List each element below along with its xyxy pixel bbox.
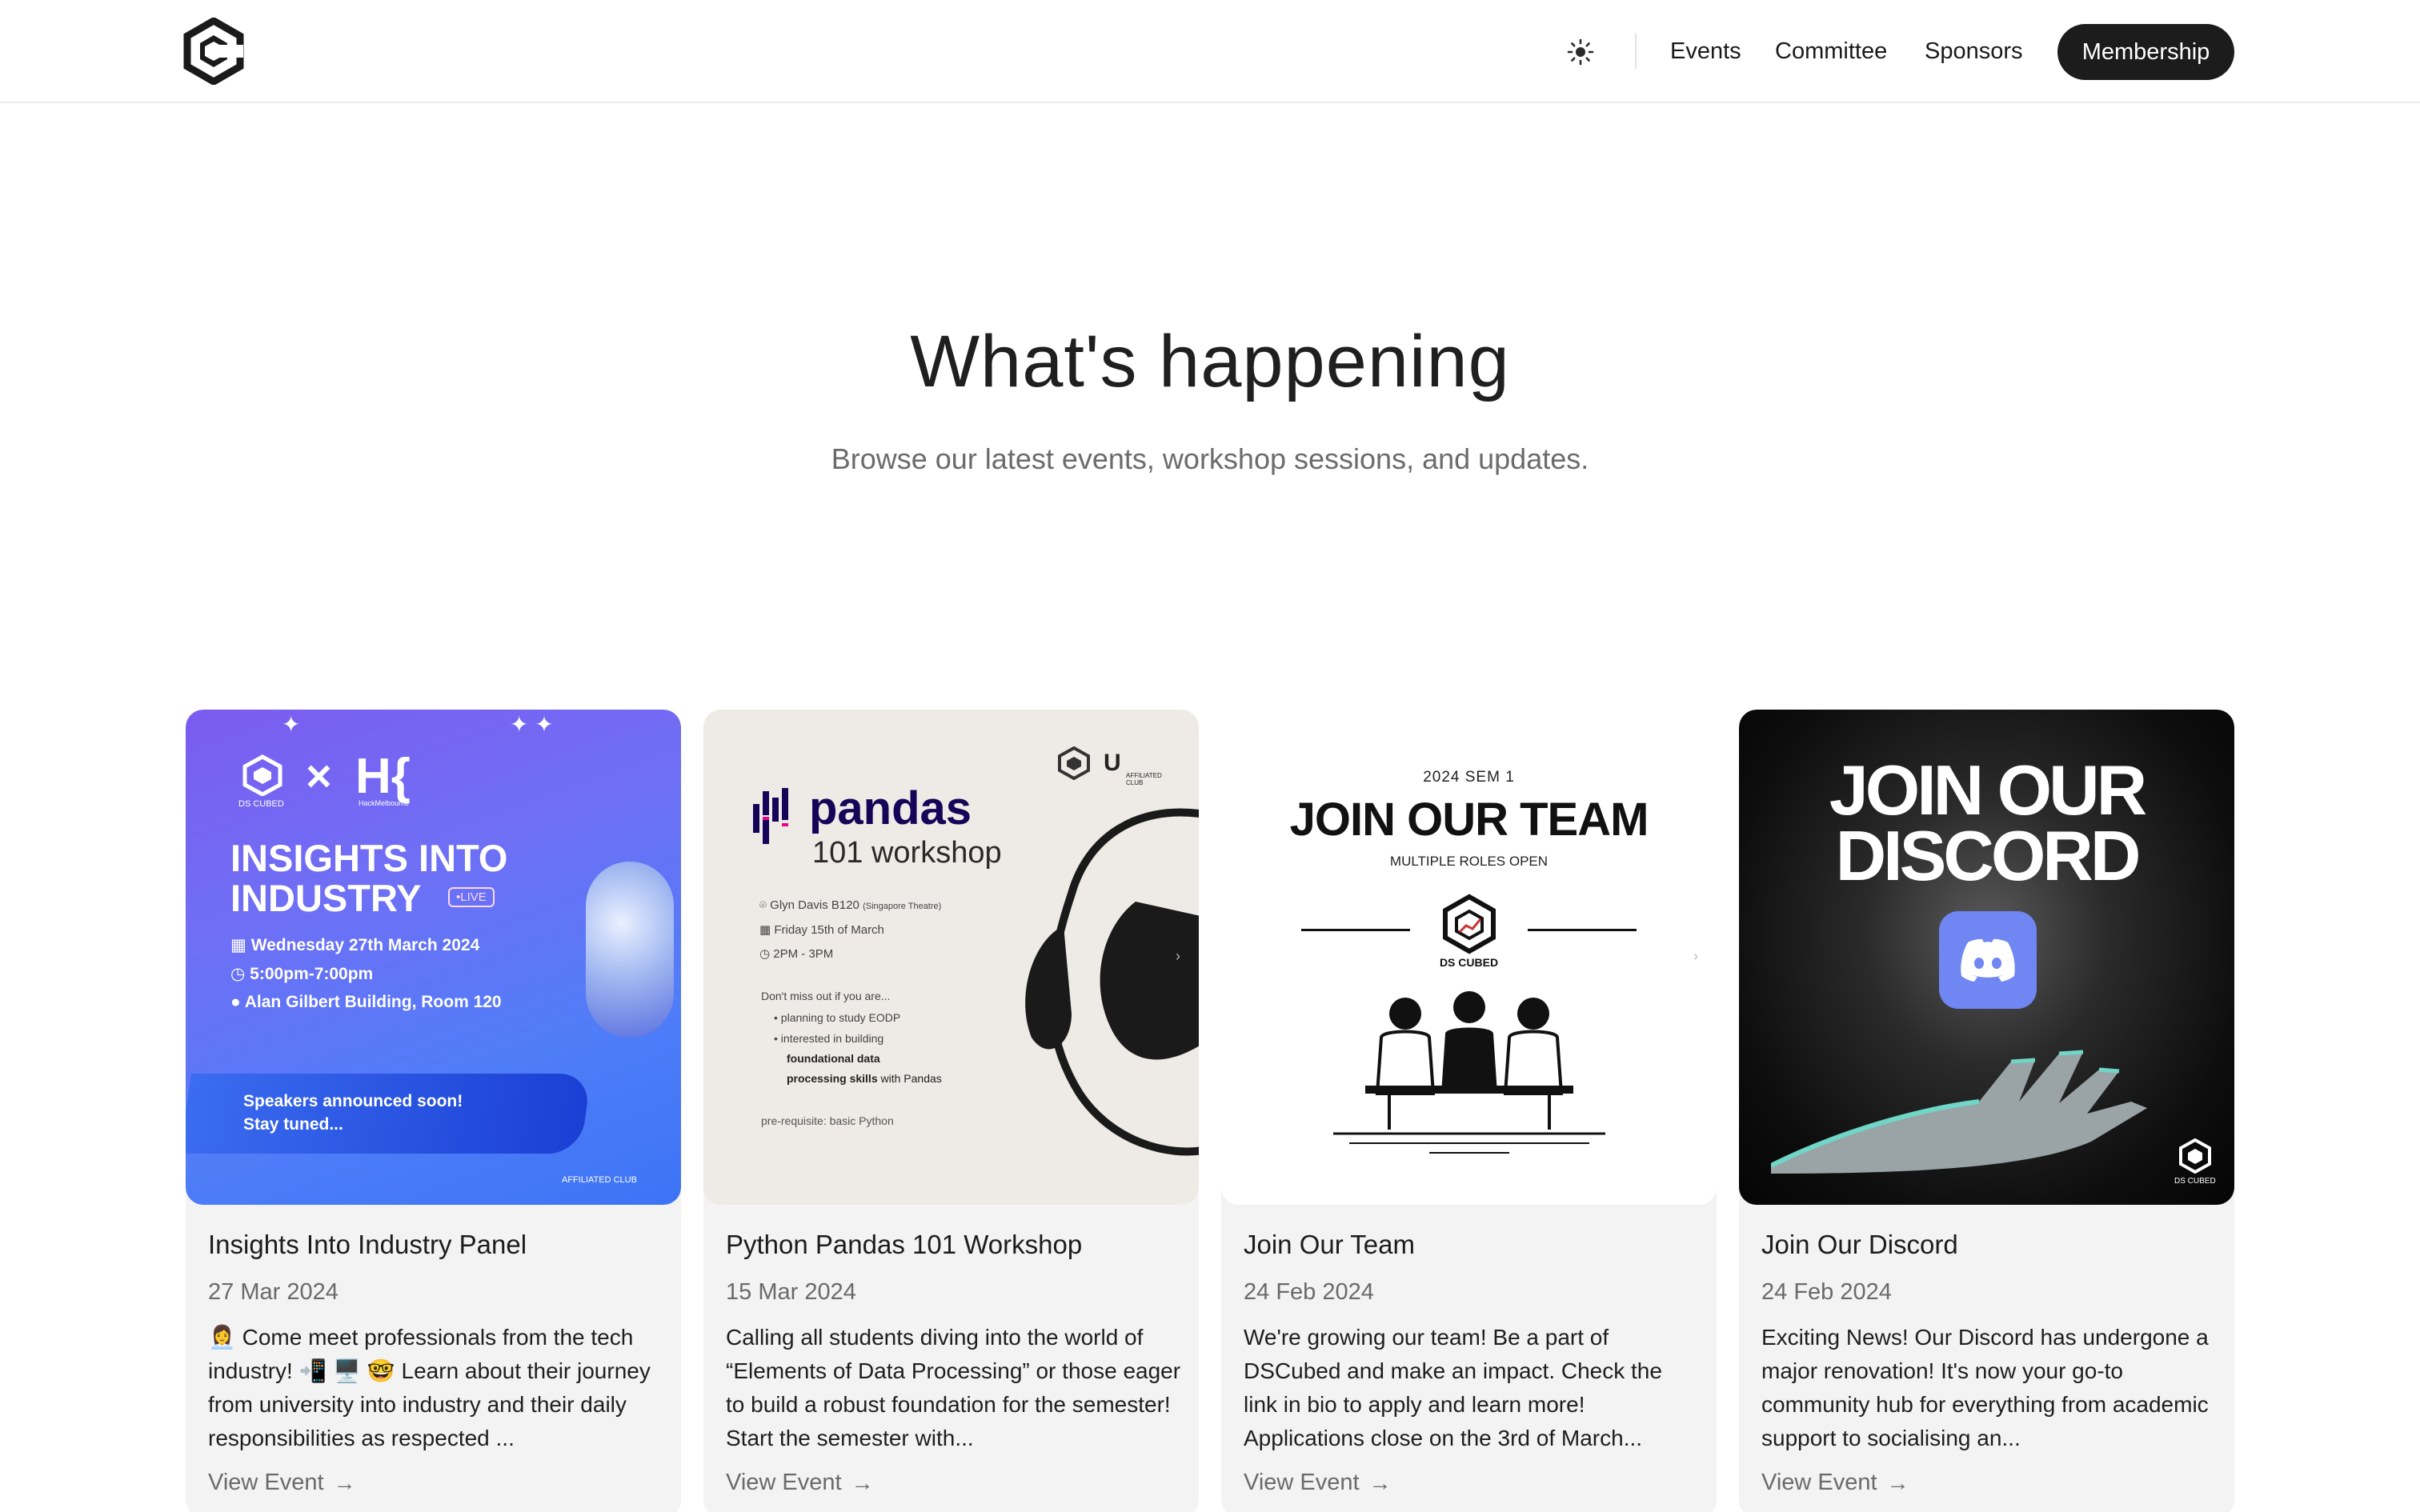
calendar-icon: ▦ [759, 923, 775, 937]
nav-divider [1635, 34, 1637, 69]
event-card[interactable]: pandas 101 workshop ⌾ Glyn Davis B120 (S… [703, 710, 1199, 1512]
event-card-date: 27 Mar 2024 [208, 1279, 339, 1305]
view-event-label: View Event [726, 1470, 842, 1495]
location-pin-icon: ● [230, 993, 245, 1011]
poster-subtitle: 101 workshop [812, 836, 1002, 870]
poster-headline: JOIN OUR [1829, 750, 2147, 830]
event-card-date: 15 Mar 2024 [726, 1279, 856, 1305]
poster-bullet-cont: foundational data [787, 1052, 880, 1065]
poster-brand-text: DS CUBED [1439, 956, 1499, 969]
poster-intro: Don't miss out if you are... [761, 990, 891, 1002]
poster-time-row: ◷ 2PM - 3PM [759, 947, 834, 961]
robot-hand-illustration [1771, 1050, 2147, 1174]
poster-date-row: ▦ Friday 15th of March [759, 923, 884, 937]
poster-hack-logo: H{ [355, 749, 411, 804]
ds-cubed-logo-icon [242, 754, 283, 797]
affiliated-club-text: AFFILIATED CLUB [1126, 772, 1162, 786]
poster-headline: DISCORD [1835, 816, 2142, 895]
event-card-title[interactable]: Join Our Team [1244, 1230, 1415, 1260]
event-poster-join-team[interactable]: 2024 SEM 1 JOIN OUR TEAM MULTIPLE ROLES … [1221, 710, 1717, 1205]
team-illustration [1333, 991, 1605, 1154]
ds-cubed-logo-icon[interactable] [182, 16, 245, 86]
event-card-description: Exciting News! Our Discord has undergone… [1761, 1325, 2209, 1450]
poster-banner-text: Speakers announced soon! [243, 1092, 463, 1110]
carousel-next-icon[interactable]: › [1693, 948, 1698, 965]
page-subtitle: Browse our latest events, workshop sessi… [831, 442, 1589, 475]
nav-link-events[interactable]: Events [1670, 34, 1741, 69]
poster-date-row: ▦ Wednesday 27th March 2024 [230, 936, 480, 954]
site-header: Events Committee Sponsors Membership [0, 0, 2420, 103]
view-event-label: View Event [1761, 1470, 1877, 1495]
event-card-title[interactable]: Join Our Discord [1761, 1230, 1958, 1260]
sparkle-icon: ✦ [282, 712, 301, 737]
poster-cross: × [306, 750, 332, 801]
panda-illustration [1025, 808, 1199, 1156]
poster-roles: MULTIPLE ROLES OPEN [1389, 854, 1549, 869]
event-card-title[interactable]: Python Pandas 101 Workshop [726, 1230, 1082, 1260]
affiliated-club-text: AFFILIATED CLUB [562, 1175, 637, 1185]
event-poster-pandas[interactable]: pandas 101 workshop ⌾ Glyn Davis B120 (S… [703, 710, 1199, 1205]
location-pin-icon: ⌾ [759, 898, 771, 912]
membership-button[interactable]: Membership [2057, 24, 2234, 80]
poster-rule [1528, 929, 1637, 931]
pandas-logo-icon [751, 786, 793, 850]
calendar-icon: ▦ [230, 936, 251, 954]
sun-icon[interactable] [1564, 35, 1597, 69]
event-card[interactable]: JOIN OUR DISCORD DS CUBED Join Our Disco… [1739, 710, 2234, 1512]
view-event-link[interactable]: View Event → [726, 1470, 874, 1496]
view-event-label: View Event [1244, 1470, 1360, 1495]
poster-brand-text: DS CUBED [238, 799, 284, 809]
poster-time-row: ◷ 5:00pm-7:00pm [230, 965, 374, 983]
poster-bullet: • planning to study EODP [774, 1011, 901, 1024]
poster-rule [1301, 929, 1410, 931]
view-event-link[interactable]: View Event → [1761, 1470, 1909, 1496]
poster-headline: INDUSTRY [230, 877, 422, 919]
poster-brand-text: DS CUBED [2174, 1177, 2216, 1186]
poster-bullet-cont: processing skills with Pandas [787, 1072, 942, 1085]
poster-place-row: ● Alan Gilbert Building, Room 120 [230, 993, 502, 1011]
poster-banner [186, 1074, 592, 1154]
page-title: What's happening [910, 321, 1510, 402]
event-poster-discord[interactable]: JOIN OUR DISCORD DS CUBED [1739, 710, 2234, 1205]
clock-icon: ◷ [759, 947, 774, 961]
poster-banner-text: Stay tuned... [243, 1115, 343, 1134]
event-card-date: 24 Feb 2024 [1761, 1279, 1892, 1305]
poster-pandas-wordmark: pandas [809, 782, 972, 834]
nav-link-committee[interactable]: Committee [1775, 34, 1887, 69]
ds-cubed-logo-icon [1439, 894, 1500, 954]
event-card-date: 24 Feb 2024 [1244, 1279, 1374, 1305]
event-card[interactable]: 2024 SEM 1 JOIN OUR TEAM MULTIPLE ROLES … [1221, 710, 1717, 1512]
event-poster-insights[interactable]: DS CUBED × H{ HackMelbourne INSIGHTS INT… [186, 710, 681, 1205]
arrow-right-icon: → [1886, 1470, 1909, 1495]
poster-headline: INSIGHTS INTO [230, 837, 508, 879]
view-event-label: View Event [208, 1470, 324, 1495]
event-card-description: 👩‍💼 Come meet professionals from the tec… [208, 1325, 651, 1450]
poster-prereq: pre-requisite: basic Python [761, 1114, 894, 1127]
poster-bullet: • interested in building [774, 1032, 884, 1045]
carousel-next-icon[interactable]: › [1176, 948, 1180, 965]
event-card-description: We're growing our team! Be a part of DSC… [1244, 1325, 1662, 1450]
ds-cubed-logo-icon [2178, 1138, 2213, 1174]
discord-logo-icon [1939, 911, 2037, 1009]
poster-location-row: ⌾ Glyn Davis B120 (Singapore Theatre) [759, 898, 942, 912]
view-event-link[interactable]: View Event → [208, 1470, 356, 1496]
event-card-description: Calling all students diving into the wor… [726, 1325, 1181, 1450]
view-event-link[interactable]: View Event → [1244, 1470, 1392, 1496]
poster-headline: JOIN OUR TEAM [1289, 794, 1649, 846]
u-logo-icon: U [1104, 750, 1121, 776]
poster-hack-sub: HackMelbourne [359, 799, 410, 807]
event-card-title[interactable]: Insights Into Industry Panel [208, 1230, 527, 1260]
sparkle-icon: ✦ ✦ [510, 712, 554, 737]
nav-link-sponsors[interactable]: Sponsors [1925, 34, 2023, 69]
decorative-3d-shape [586, 862, 674, 1038]
arrow-right-icon: → [851, 1470, 874, 1495]
poster-kicker: 2024 SEM 1 [1423, 769, 1515, 786]
arrow-right-icon: → [333, 1470, 356, 1495]
event-card[interactable]: DS CUBED × H{ HackMelbourne INSIGHTS INT… [186, 710, 681, 1512]
ds-cubed-logo-icon [1057, 746, 1091, 781]
live-badge: •LIVE [448, 887, 495, 907]
arrow-right-icon: → [1368, 1470, 1392, 1495]
clock-icon: ◷ [230, 965, 250, 983]
